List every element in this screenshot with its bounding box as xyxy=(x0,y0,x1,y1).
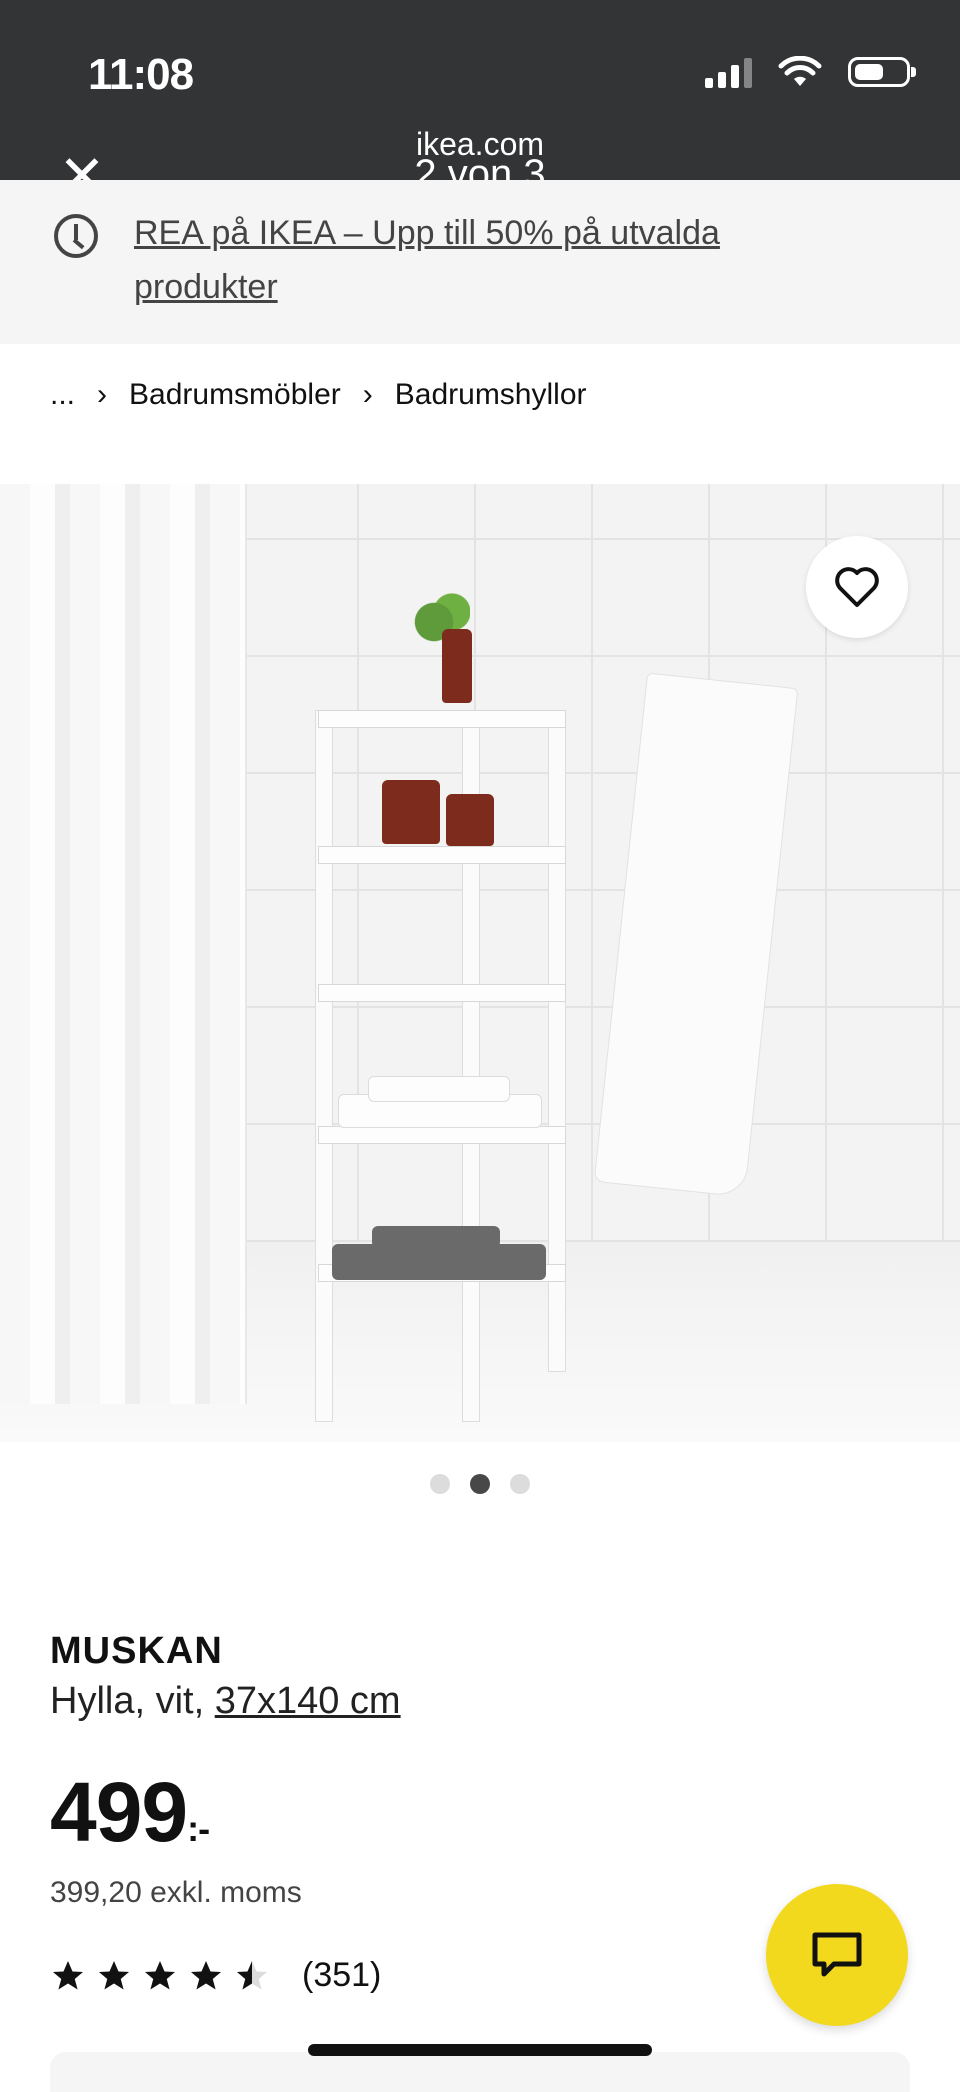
price-value: 499 xyxy=(50,1765,188,1859)
signal-icon xyxy=(705,56,752,88)
product-description: Hylla, vit, 37x140 cm xyxy=(50,1680,401,1723)
star-icon xyxy=(53,1960,83,1989)
bottom-card xyxy=(50,2052,910,2092)
gallery-dot-3[interactable] xyxy=(510,1474,530,1494)
breadcrumb: ... › Badrumsmöbler › Badrumshyllor xyxy=(50,378,587,412)
chevron-right-icon: › xyxy=(362,378,373,411)
promo-link[interactable]: REA på IKEA – Upp till 50% på utvalda pr… xyxy=(134,206,854,314)
clock-icon xyxy=(54,214,98,258)
heart-icon xyxy=(835,567,879,607)
price-suffix: :- xyxy=(187,1808,210,1849)
chat-icon xyxy=(812,1932,862,1977)
promo-banner[interactable]: REA på IKEA – Upp till 50% på utvalda pr… xyxy=(0,180,960,344)
breadcrumb-ellipsis[interactable]: ... xyxy=(50,378,75,412)
wifi-icon xyxy=(778,56,822,86)
product-price: 499:- xyxy=(50,1764,210,1861)
breadcrumb-item-badrumsmobler[interactable]: Badrumsmöbler xyxy=(129,378,341,412)
product-name: MUSKAN xyxy=(50,1630,223,1672)
battery-icon xyxy=(848,57,916,87)
home-indicator[interactable] xyxy=(308,2044,652,2056)
gallery-dot-1[interactable] xyxy=(430,1474,450,1494)
product-desc-text: Hylla, vit, xyxy=(50,1680,215,1722)
gallery-dot-2[interactable] xyxy=(470,1474,490,1494)
breadcrumb-item-badrumshyllor[interactable]: Badrumshyllor xyxy=(395,378,587,412)
chat-button[interactable] xyxy=(766,1884,908,2026)
gallery-pagination xyxy=(0,1474,960,1494)
star-icon xyxy=(99,1960,129,1989)
product-rating[interactable]: (351) xyxy=(50,1956,381,1995)
star-icon xyxy=(145,1960,175,1989)
product-dimension-link[interactable]: 37x140 cm xyxy=(215,1680,401,1722)
star-icon xyxy=(191,1960,221,1989)
favorite-button[interactable] xyxy=(806,536,908,638)
status-time: 11:08 xyxy=(88,50,194,99)
browser-top-bar: 11:08 ikea.com 2 von 3 ✕ xyxy=(0,0,960,204)
status-icons xyxy=(705,56,916,88)
chevron-right-icon: › xyxy=(97,378,108,411)
rating-count[interactable]: (351) xyxy=(302,1956,381,1995)
price-excl-moms: 399,20 exkl. moms xyxy=(50,1876,302,1909)
product-image-gallery[interactable] xyxy=(0,484,960,1442)
star-half-icon xyxy=(237,1960,267,1989)
shower-curtain-image xyxy=(0,484,247,1404)
